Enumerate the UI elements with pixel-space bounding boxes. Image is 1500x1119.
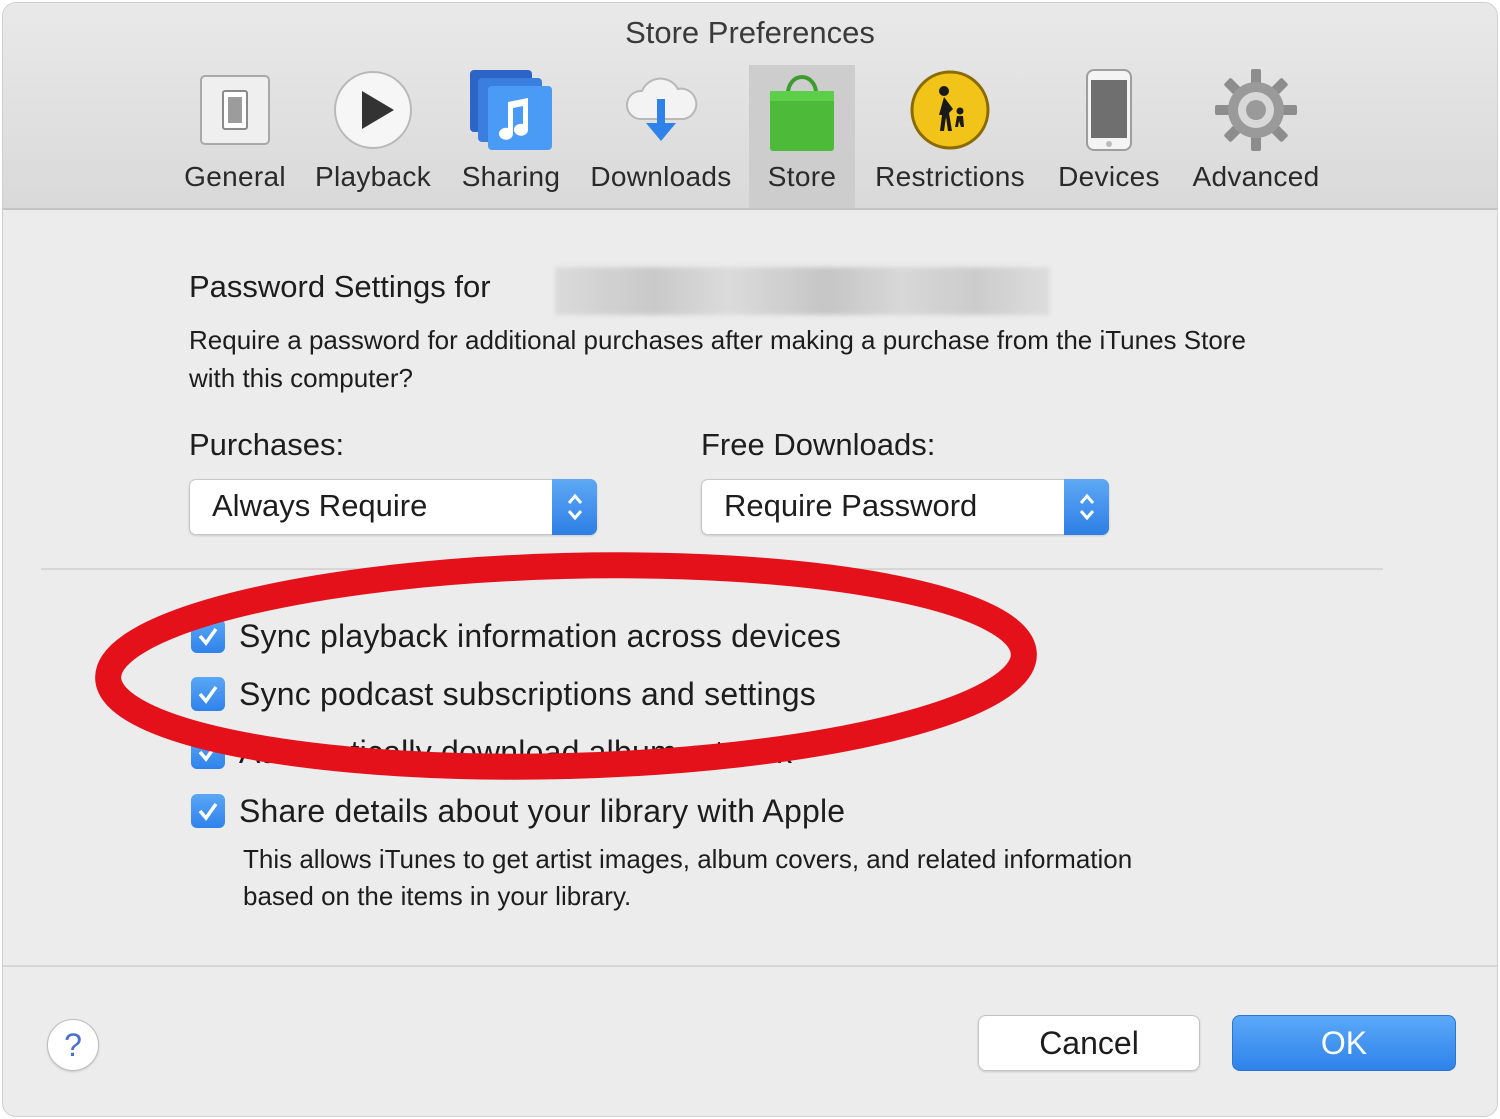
- share-details-label: Share details about your library with Ap…: [239, 792, 846, 829]
- sync-playback-checkbox[interactable]: Sync playback information across devices: [191, 616, 841, 656]
- phone-icon: [1064, 65, 1154, 155]
- sync-playback-label: Sync playback information across devices: [239, 617, 842, 654]
- tab-sharing-label: Sharing: [461, 161, 561, 192]
- share-details-description: This allows iTunes to get artist images,…: [243, 844, 1133, 911]
- free-downloads-popup[interactable]: Require Password: [701, 479, 1109, 535]
- cloud-download-icon: [616, 65, 706, 155]
- shopping-bag-icon: [757, 65, 847, 155]
- section-divider: [41, 568, 1383, 570]
- purchases-value: Always Require: [212, 488, 428, 523]
- purchases-popup[interactable]: Always Require: [189, 479, 597, 535]
- checkmark-icon: [191, 794, 225, 828]
- tab-store-label: Store: [767, 161, 837, 192]
- checkmark-icon: [191, 735, 225, 769]
- tab-sharing[interactable]: Sharing: [453, 65, 569, 208]
- up-down-chevron-icon: [1064, 479, 1109, 535]
- tab-restrictions[interactable]: Restrictions: [865, 65, 1035, 208]
- toolbar: Store Preferences General Playback Shari…: [3, 3, 1497, 210]
- download-artwork-label: Automatically download album artwork: [239, 733, 793, 770]
- sync-podcast-label: Sync podcast subscriptions and settings: [239, 675, 817, 712]
- music-note-icon: [466, 65, 556, 155]
- gear-icon: [1211, 65, 1301, 155]
- tab-advanced[interactable]: Advanced: [1183, 65, 1329, 208]
- redacted-account-name: [555, 267, 1050, 315]
- tab-downloads-label: Downloads: [590, 161, 732, 192]
- checkmark-icon: [191, 619, 225, 653]
- tab-store[interactable]: Store: [749, 65, 855, 208]
- sync-podcast-checkbox[interactable]: Sync podcast subscriptions and settings: [191, 674, 816, 714]
- tab-restrictions-label: Restrictions: [875, 161, 1025, 192]
- help-button[interactable]: ?: [47, 1019, 99, 1071]
- password-settings-title: Password Settings for: [189, 269, 491, 304]
- checkmark-icon: [191, 677, 225, 711]
- tab-downloads[interactable]: Downloads: [581, 65, 741, 208]
- preferences-window: Store Preferences General Playback Shari…: [2, 2, 1498, 1117]
- footer-divider: [3, 965, 1497, 967]
- play-icon: [328, 65, 418, 155]
- password-description: Require a password for additional purcha…: [189, 325, 1246, 393]
- tab-devices[interactable]: Devices: [1049, 65, 1169, 208]
- purchases-label: Purchases:: [189, 427, 345, 462]
- cancel-button[interactable]: Cancel: [978, 1015, 1200, 1071]
- tab-general[interactable]: General: [175, 65, 295, 208]
- window-title: Store Preferences: [625, 15, 875, 50]
- free-downloads-value: Require Password: [724, 488, 978, 523]
- tab-advanced-label: Advanced: [1192, 161, 1320, 192]
- ok-button[interactable]: OK: [1232, 1015, 1456, 1071]
- share-details-checkbox[interactable]: Share details about your library with Ap…: [191, 791, 845, 831]
- up-down-chevron-icon: [552, 479, 597, 535]
- tab-playback-label: Playback: [314, 161, 431, 192]
- tab-playback[interactable]: Playback: [305, 65, 441, 208]
- tab-devices-label: Devices: [1058, 161, 1160, 192]
- free-downloads-label: Free Downloads:: [701, 427, 936, 462]
- download-artwork-checkbox[interactable]: Automatically download album artwork: [191, 732, 792, 772]
- parental-icon: [905, 65, 995, 155]
- tab-general-label: General: [184, 161, 286, 192]
- general-switch-icon: [190, 65, 280, 155]
